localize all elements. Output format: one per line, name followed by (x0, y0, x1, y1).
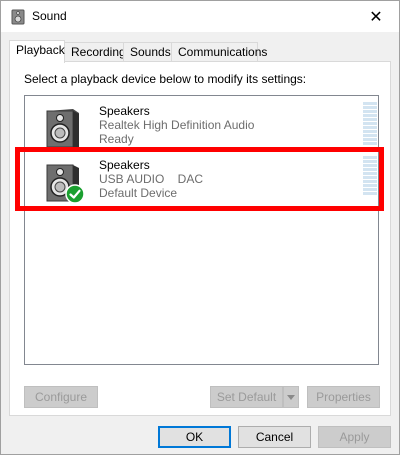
close-button[interactable]: ✕ (353, 1, 399, 32)
set-default-label: Set Default (216, 390, 277, 404)
tab-sounds[interactable]: Sounds (123, 42, 172, 61)
instruction-text: Select a playback device below to modify… (24, 72, 307, 86)
volume-level-meter (363, 102, 377, 148)
device-status: Default Device (99, 186, 178, 200)
speaker-icon (11, 9, 25, 25)
tab-communications[interactable]: Communications (171, 42, 267, 61)
properties-label: Properties (316, 390, 371, 404)
volume-level-meter (363, 156, 377, 202)
device-name: Speakers (99, 104, 150, 118)
playback-panel: Select a playback device below to modify… (9, 61, 391, 416)
apply-label: Apply (339, 430, 370, 444)
cancel-button[interactable]: Cancel (238, 426, 311, 448)
tab-label: Recording (71, 45, 126, 59)
device-driver: Realtek High Definition Audio (99, 118, 255, 132)
ok-label: OK (185, 430, 204, 444)
chevron-down-icon (287, 394, 295, 400)
device-list[interactable]: Speakers Realtek High Definition Audio R… (24, 95, 379, 365)
properties-button[interactable]: Properties (307, 386, 380, 408)
tab-label: Communications (178, 45, 268, 59)
speaker-icon (46, 109, 79, 148)
ok-button[interactable]: OK (158, 426, 231, 448)
window-title: Sound (32, 9, 67, 23)
configure-button[interactable]: Configure (24, 386, 98, 408)
set-default-button[interactable]: Set Default (210, 386, 283, 408)
device-name: Speakers (99, 158, 150, 172)
tab-playback[interactable]: Playback (9, 40, 65, 63)
cancel-label: Cancel (255, 430, 294, 444)
checkmark-icon (65, 184, 85, 204)
tab-label: Playback (16, 43, 65, 57)
device-item-usb-dac-speakers[interactable]: Speakers USB AUDIO DAC Default Device (25, 154, 378, 206)
title-bar[interactable]: Sound ✕ (1, 1, 399, 32)
tab-label: Sounds (130, 45, 171, 59)
set-default-dropdown[interactable] (283, 386, 299, 408)
configure-label: Configure (34, 390, 88, 404)
close-icon: ✕ (369, 8, 383, 26)
sound-dialog: Sound ✕ Playback Recording Sounds Commun… (0, 0, 400, 455)
tab-recording[interactable]: Recording (64, 42, 126, 61)
apply-button[interactable]: Apply (318, 426, 391, 448)
device-item-realtek-speakers[interactable]: Speakers Realtek High Definition Audio R… (25, 100, 378, 152)
device-driver: USB AUDIO DAC (99, 172, 204, 186)
device-status: Ready (99, 132, 134, 146)
